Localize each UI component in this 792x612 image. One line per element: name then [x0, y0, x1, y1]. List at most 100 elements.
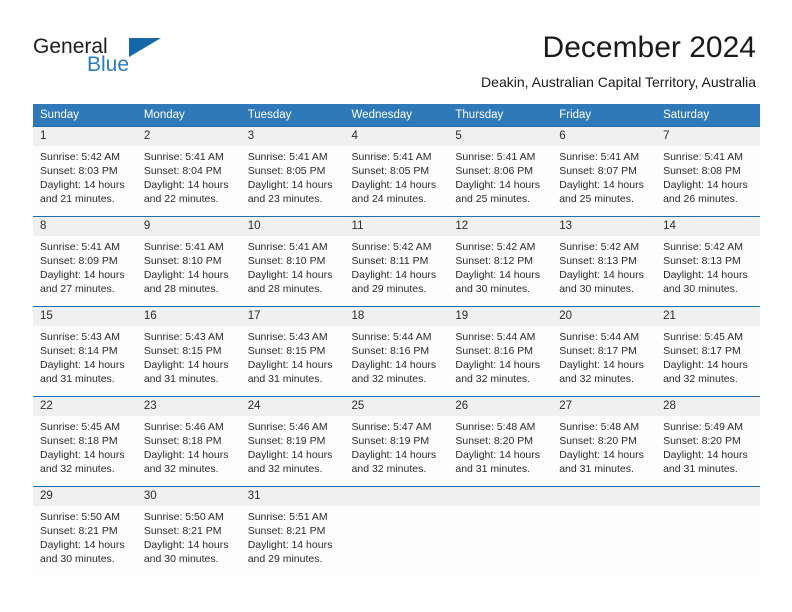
sunset-text: Sunset: 8:21 PM [40, 525, 118, 538]
daylight-text-line1: Daylight: 14 hours [455, 269, 541, 282]
calendar-day-cell[interactable]: 18 Sunrise: 5:44 AM Sunset: 8:16 PM Dayligh… [344, 306, 449, 397]
sunset-text: Sunset: 8:15 PM [143, 345, 222, 358]
day-number: 12 [448, 217, 553, 236]
day-details: Sunrise: 5:43 AM Sunset: 8:15 PM Daylight:… [137, 326, 241, 386]
day-details [448, 506, 552, 510]
calendar-day-cell[interactable]: 22 Sunrise: 5:45 AM Sunset: 8:18 PM Dayligh… [33, 396, 137, 487]
calendar-day-cell[interactable]: 19 Sunrise: 5:44 AM Sunset: 8:16 PM Dayligh… [448, 306, 553, 397]
sunrise-text: Sunrise: 5:49 AM [663, 421, 744, 433]
calendar-day-cell[interactable]: 15 Sunrise: 5:43 AM Sunset: 8:14 PM Dayligh… [33, 306, 137, 397]
calendar-day-cell[interactable]: 12 Sunrise: 5:42 AM Sunset: 8:12 PM Dayligh… [448, 216, 553, 307]
daylight-text-line2: and 25 minutes. [455, 193, 531, 206]
calendar-day-cell[interactable]: 8 Sunrise: 5:41 AM Sunset: 8:09 PM Daylight… [33, 216, 137, 307]
sunrise-text: Sunrise: 5:51 AM [247, 511, 328, 523]
daylight-text-line2: and 26 minutes. [663, 193, 738, 206]
calendar-day-cell[interactable]: 11 Sunrise: 5:42 AM Sunset: 8:11 PM Dayligh… [344, 216, 449, 307]
sunset-text: Sunset: 8:16 PM [455, 345, 534, 358]
day-number: 5 [448, 127, 553, 146]
calendar-day-cell[interactable]: 23 Sunrise: 5:46 AM Sunset: 8:18 PM Dayligh… [136, 396, 241, 487]
sunrise-text: Sunrise: 5:42 AM [40, 151, 120, 163]
calendar-day-cell[interactable]: 29 Sunrise: 5:50 AM Sunset: 8:21 PM Dayligh… [33, 486, 137, 576]
day-number: 7 [656, 127, 760, 146]
daylight-text-line2: and 32 minutes. [351, 463, 427, 476]
general-blue-logo[interactable]: General Blue [33, 36, 233, 86]
calendar-day-cell[interactable]: 25 Sunrise: 5:47 AM Sunset: 8:19 PM Dayligh… [344, 396, 449, 487]
daylight-text-line1: Daylight: 14 hours [143, 449, 229, 462]
day-number: 23 [136, 397, 241, 416]
day-number: 22 [33, 397, 137, 416]
day-cell-inner: 9 Sunrise: 5:41 AM Sunset: 8:10 PM Daylight… [136, 217, 241, 306]
daylight-text-line2: and 31 minutes. [559, 463, 634, 476]
calendar-day-cell[interactable]: 26 Sunrise: 5:48 AM Sunset: 8:20 PM Dayligh… [448, 396, 553, 487]
sunset-text: Sunset: 8:20 PM [455, 435, 534, 448]
day-details: Sunrise: 5:44 AM Sunset: 8:16 PM Daylight:… [345, 326, 449, 386]
calendar-week-row: 29 Sunrise: 5:50 AM Sunset: 8:21 PM Dayligh… [33, 486, 760, 576]
day-details: Sunrise: 5:41 AM Sunset: 8:09 PM Daylight:… [33, 236, 137, 296]
calendar-day-cell[interactable]: 31 Sunrise: 5:51 AM Sunset: 8:21 PM Dayligh… [240, 486, 345, 576]
calendar-day-cell[interactable]: 14 Sunrise: 5:42 AM Sunset: 8:13 PM Dayligh… [656, 216, 760, 307]
daylight-text-line1: Daylight: 14 hours [40, 359, 125, 372]
calendar-day-cell[interactable]: 10 Sunrise: 5:41 AM Sunset: 8:10 PM Dayligh… [240, 216, 345, 307]
calendar-day-cell[interactable]: 13 Sunrise: 5:42 AM Sunset: 8:13 PM Dayligh… [552, 216, 657, 307]
calendar-day-cell[interactable]: 2 Sunrise: 5:41 AM Sunset: 8:04 PM Daylight… [136, 126, 241, 217]
calendar-day-cell[interactable] [552, 486, 657, 576]
day-cell-inner [552, 487, 657, 576]
calendar-day-cell[interactable]: 16 Sunrise: 5:43 AM Sunset: 8:15 PM Dayligh… [136, 306, 241, 397]
page-header: General Blue December 2024 Deakin, Austr… [0, 0, 792, 100]
daylight-text-line2: and 24 minutes. [351, 193, 427, 206]
day-cell-inner: 27 Sunrise: 5:48 AM Sunset: 8:20 PM Dayligh… [552, 397, 657, 486]
calendar-day-cell[interactable]: 17 Sunrise: 5:43 AM Sunset: 8:15 PM Dayligh… [240, 306, 345, 397]
calendar-day-cell[interactable]: 27 Sunrise: 5:48 AM Sunset: 8:20 PM Dayligh… [552, 396, 657, 487]
day-number: 18 [344, 307, 449, 326]
calendar-day-cell[interactable]: 5 Sunrise: 5:41 AM Sunset: 8:06 PM Daylight… [448, 126, 553, 217]
day-cell-inner: 12 Sunrise: 5:42 AM Sunset: 8:12 PM Dayligh… [448, 217, 553, 306]
weekday-header-tuesday: Tuesday [240, 104, 345, 127]
sunset-text: Sunset: 8:11 PM [351, 255, 429, 268]
calendar-day-cell[interactable]: 28 Sunrise: 5:49 AM Sunset: 8:20 PM Dayligh… [656, 396, 760, 487]
calendar-day-cell[interactable] [448, 486, 553, 576]
sunrise-text: Sunrise: 5:48 AM [559, 421, 640, 433]
calendar-day-cell[interactable]: 7 Sunrise: 5:41 AM Sunset: 8:08 PM Daylight… [656, 126, 760, 217]
sunset-text: Sunset: 8:13 PM [663, 255, 741, 268]
sunset-text: Sunset: 8:12 PM [455, 255, 534, 268]
daylight-text-line2: and 32 minutes. [663, 373, 738, 386]
calendar-day-cell[interactable]: 6 Sunrise: 5:41 AM Sunset: 8:07 PM Daylight… [552, 126, 657, 217]
page-subtitle-location: Deakin, Australian Capital Territory, Au… [481, 74, 756, 90]
calendar-day-cell[interactable]: 1 Sunrise: 5:42 AM Sunset: 8:03 PM Daylight… [33, 126, 137, 217]
day-cell-inner: 2 Sunrise: 5:41 AM Sunset: 8:04 PM Daylight… [136, 127, 241, 216]
calendar-day-cell[interactable]: 3 Sunrise: 5:41 AM Sunset: 8:05 PM Daylight… [240, 126, 345, 217]
calendar-day-cell[interactable]: 30 Sunrise: 5:50 AM Sunset: 8:21 PM Dayligh… [136, 486, 241, 576]
sunrise-text: Sunrise: 5:43 AM [143, 331, 224, 343]
day-cell-inner: 31 Sunrise: 5:51 AM Sunset: 8:21 PM Dayligh… [240, 487, 345, 576]
sunrise-text: Sunrise: 5:48 AM [455, 421, 536, 433]
calendar-day-cell[interactable]: 24 Sunrise: 5:46 AM Sunset: 8:19 PM Dayligh… [240, 396, 345, 487]
day-number: 4 [344, 127, 449, 146]
sunset-text: Sunset: 8:08 PM [663, 165, 741, 178]
daylight-text-line1: Daylight: 14 hours [143, 179, 229, 192]
day-details [656, 506, 760, 510]
day-details: Sunrise: 5:43 AM Sunset: 8:15 PM Daylight:… [241, 326, 345, 386]
sunrise-text: Sunrise: 5:41 AM [247, 241, 328, 253]
daylight-text-line2: and 30 minutes. [559, 283, 634, 296]
sunrise-text: Sunrise: 5:41 AM [559, 151, 640, 163]
calendar-day-cell[interactable]: 9 Sunrise: 5:41 AM Sunset: 8:10 PM Daylight… [136, 216, 241, 307]
daylight-text-line2: and 32 minutes. [40, 463, 115, 476]
sunrise-text: Sunrise: 5:45 AM [663, 331, 744, 343]
day-details: Sunrise: 5:45 AM Sunset: 8:18 PM Daylight:… [33, 416, 137, 476]
calendar-day-cell[interactable] [656, 486, 760, 576]
daylight-text-line1: Daylight: 14 hours [143, 539, 229, 552]
daylight-text-line1: Daylight: 14 hours [247, 539, 333, 552]
calendar-day-cell[interactable]: 20 Sunrise: 5:44 AM Sunset: 8:17 PM Dayligh… [552, 306, 657, 397]
day-number [656, 487, 760, 506]
calendar-body: 1 Sunrise: 5:42 AM Sunset: 8:03 PM Daylight… [33, 126, 760, 576]
day-details: Sunrise: 5:48 AM Sunset: 8:20 PM Daylight:… [448, 416, 552, 476]
day-number: 15 [33, 307, 137, 326]
calendar-day-cell[interactable]: 21 Sunrise: 5:45 AM Sunset: 8:17 PM Dayligh… [656, 306, 760, 397]
calendar-day-cell[interactable]: 4 Sunrise: 5:41 AM Sunset: 8:05 PM Daylight… [344, 126, 449, 217]
day-details: Sunrise: 5:46 AM Sunset: 8:18 PM Daylight:… [137, 416, 241, 476]
calendar-grid: Sunday Monday Tuesday Wednesday Thursday… [33, 104, 760, 576]
calendar-day-cell[interactable] [344, 486, 449, 576]
day-number: 28 [656, 397, 760, 416]
day-details [345, 506, 449, 510]
day-cell-inner: 30 Sunrise: 5:50 AM Sunset: 8:21 PM Dayligh… [136, 487, 241, 576]
